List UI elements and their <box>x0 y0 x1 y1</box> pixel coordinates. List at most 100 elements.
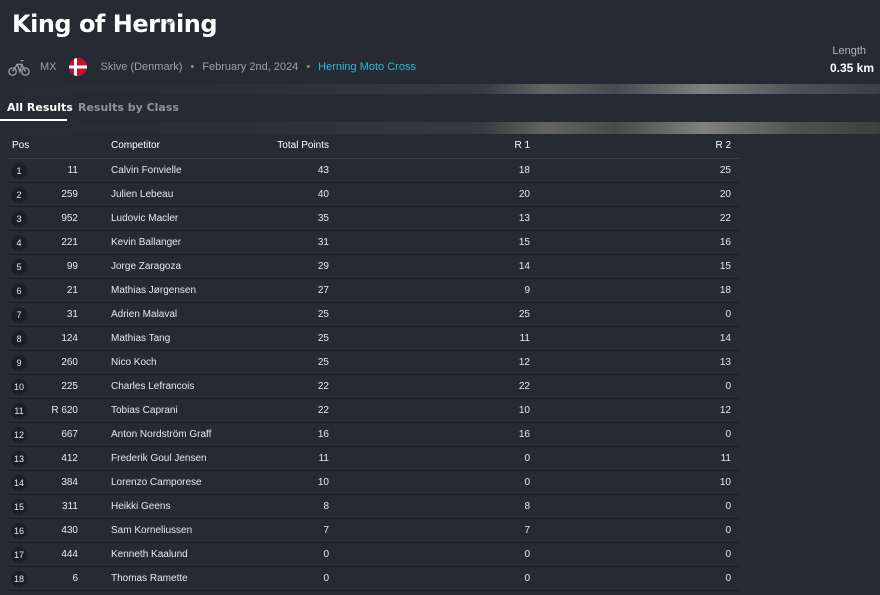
header-r1[interactable]: R 1 <box>468 134 530 158</box>
rider-number: 31 <box>66 309 78 320</box>
race1-points: 18 <box>518 165 530 176</box>
venue-link[interactable]: Herning Moto Cross <box>318 61 416 73</box>
rider-number: 11 <box>67 165 78 176</box>
race2-points: 0 <box>725 429 731 440</box>
competitor-name[interactable]: Adrien Malaval <box>111 303 281 326</box>
separator-dot: • <box>306 61 311 73</box>
race2-points: 15 <box>719 261 731 272</box>
table-row[interactable]: 15 311 Heikki Geens 8 8 0 <box>8 495 740 519</box>
rider-number: 6 <box>72 573 78 584</box>
rider-number: 21 <box>66 285 78 296</box>
rider-number: 430 <box>61 525 78 536</box>
race1-points: 22 <box>518 381 530 392</box>
table-row[interactable]: 5 99 Jorge Zaragoza 29 14 15 <box>8 255 740 279</box>
competitor-name[interactable]: Mathias Tang <box>111 327 281 350</box>
event-header: King of Herning MX Skive (Denmark) • Feb… <box>0 0 880 84</box>
sport-label: MX <box>40 61 57 73</box>
table-row[interactable]: 14 384 Lorenzo Camporese 10 0 10 <box>8 471 740 495</box>
position-badge: 9 <box>11 355 27 371</box>
race2-points: 0 <box>725 501 731 512</box>
race1-points: 10 <box>518 405 530 416</box>
header-r2[interactable]: R 2 <box>668 134 731 158</box>
table-row[interactable]: 2 259 Julien Lebeau 40 20 20 <box>8 183 740 207</box>
competitor-name[interactable]: Mathias Jørgensen <box>111 279 281 302</box>
competitor-name[interactable]: Lorenzo Camporese <box>111 471 281 494</box>
tab-all-results[interactable]: All Results <box>7 101 73 114</box>
table-row[interactable]: 16 430 Sam Korneliussen 7 7 0 <box>8 519 740 543</box>
position-badge: 1 <box>11 163 27 179</box>
competitor-name[interactable]: Calvin Fonvielle <box>111 159 281 182</box>
position-badge: 12 <box>11 427 27 443</box>
total-points: 0 <box>323 573 329 584</box>
results-table: Pos Competitor Total Points R 1 R 2 1 11 C… <box>8 134 740 591</box>
header-pos[interactable]: Pos <box>12 134 42 158</box>
competitor-name[interactable]: Anton Nordström Graff <box>111 423 281 446</box>
date-label: February 2nd, 2024 <box>202 61 299 73</box>
rider-number: 221 <box>61 237 78 248</box>
header-total-points[interactable]: Total Points <box>258 134 329 158</box>
race2-points: 13 <box>719 357 731 368</box>
position-badge: 7 <box>11 307 27 323</box>
table-row[interactable]: 10 225 Charles Lefrancois 22 22 0 <box>8 375 740 399</box>
total-points: 43 <box>317 165 329 176</box>
total-points: 25 <box>317 357 329 368</box>
table-row[interactable]: 18 6 Thomas Ramette 0 0 0 <box>8 567 740 591</box>
competitor-name[interactable]: Frederik Goul Jensen <box>111 447 281 470</box>
total-points: 40 <box>317 189 329 200</box>
competitor-name[interactable]: Julien Lebeau <box>111 183 281 206</box>
position-badge: 2 <box>11 187 27 203</box>
race1-points: 0 <box>524 573 530 584</box>
table-row[interactable]: 8 124 Mathias Tang 25 11 14 <box>8 327 740 351</box>
table-row[interactable]: 7 31 Adrien Malaval 25 25 0 <box>8 303 740 327</box>
race2-points: 0 <box>725 573 731 584</box>
total-points: 31 <box>317 237 329 248</box>
competitor-name[interactable]: Heikki Geens <box>111 495 281 518</box>
position-badge: 13 <box>11 451 27 467</box>
position-badge: 6 <box>11 283 27 299</box>
race2-points: 14 <box>719 333 731 344</box>
competitor-name[interactable]: Tobias Caprani <box>111 399 281 422</box>
race1-points: 0 <box>524 549 530 560</box>
tab-results-by-class[interactable]: Results by Class <box>78 101 179 114</box>
table-row[interactable]: 17 444 Kenneth Kaalund 0 0 0 <box>8 543 740 567</box>
rider-number: 384 <box>61 477 78 488</box>
length-value: 0.35 km <box>829 61 874 75</box>
rider-number: 225 <box>61 381 78 392</box>
table-row[interactable]: 13 412 Frederik Goul Jensen 11 0 11 <box>8 447 740 471</box>
table-row[interactable]: 6 21 Mathias Jørgensen 27 9 18 <box>8 279 740 303</box>
total-points: 22 <box>317 381 329 392</box>
competitor-name[interactable]: Sam Korneliussen <box>111 519 281 542</box>
rider-number: 444 <box>61 549 78 560</box>
race1-points: 12 <box>518 357 530 368</box>
table-row[interactable]: 1 11 Calvin Fonvielle 43 18 25 <box>8 159 740 183</box>
chevron-down-icon[interactable] <box>165 18 174 27</box>
active-tab-indicator <box>0 119 67 121</box>
table-row[interactable]: 12 667 Anton Nordström Graff 16 16 0 <box>8 423 740 447</box>
table-row[interactable]: 4 221 Kevin Ballanger 31 15 16 <box>8 231 740 255</box>
table-row[interactable]: 11 R 620 Tobias Caprani 22 10 12 <box>8 399 740 423</box>
total-points: 11 <box>318 453 329 464</box>
table-row[interactable]: 9 260 Nico Koch 25 12 13 <box>8 351 740 375</box>
rider-number: 311 <box>62 501 78 512</box>
total-points: 0 <box>323 549 329 560</box>
table-header: Pos Competitor Total Points R 1 R 2 <box>8 134 740 159</box>
competitor-name[interactable]: Jorge Zaragoza <box>111 255 281 278</box>
competitor-name[interactable]: Thomas Ramette <box>111 567 281 590</box>
competitor-name[interactable]: Ludovic Macler <box>111 207 281 230</box>
total-points: 16 <box>317 429 329 440</box>
rider-number: 412 <box>61 453 78 464</box>
position-badge: 3 <box>11 211 27 227</box>
header-competitor[interactable]: Competitor <box>111 134 281 158</box>
race2-points: 18 <box>719 285 731 296</box>
race2-points: 0 <box>725 549 731 560</box>
competitor-name[interactable]: Nico Koch <box>111 351 281 374</box>
competitor-name[interactable]: Kenneth Kaalund <box>111 543 281 566</box>
position-badge: 10 <box>11 379 27 395</box>
position-badge: 16 <box>11 523 27 539</box>
competitor-name[interactable]: Kevin Ballanger <box>111 231 281 254</box>
race2-points: 22 <box>719 213 731 224</box>
competitor-name[interactable]: Charles Lefrancois <box>111 375 281 398</box>
table-row[interactable]: 3 952 Ludovic Macler 35 13 22 <box>8 207 740 231</box>
total-points: 25 <box>317 309 329 320</box>
race1-points: 0 <box>524 477 530 488</box>
